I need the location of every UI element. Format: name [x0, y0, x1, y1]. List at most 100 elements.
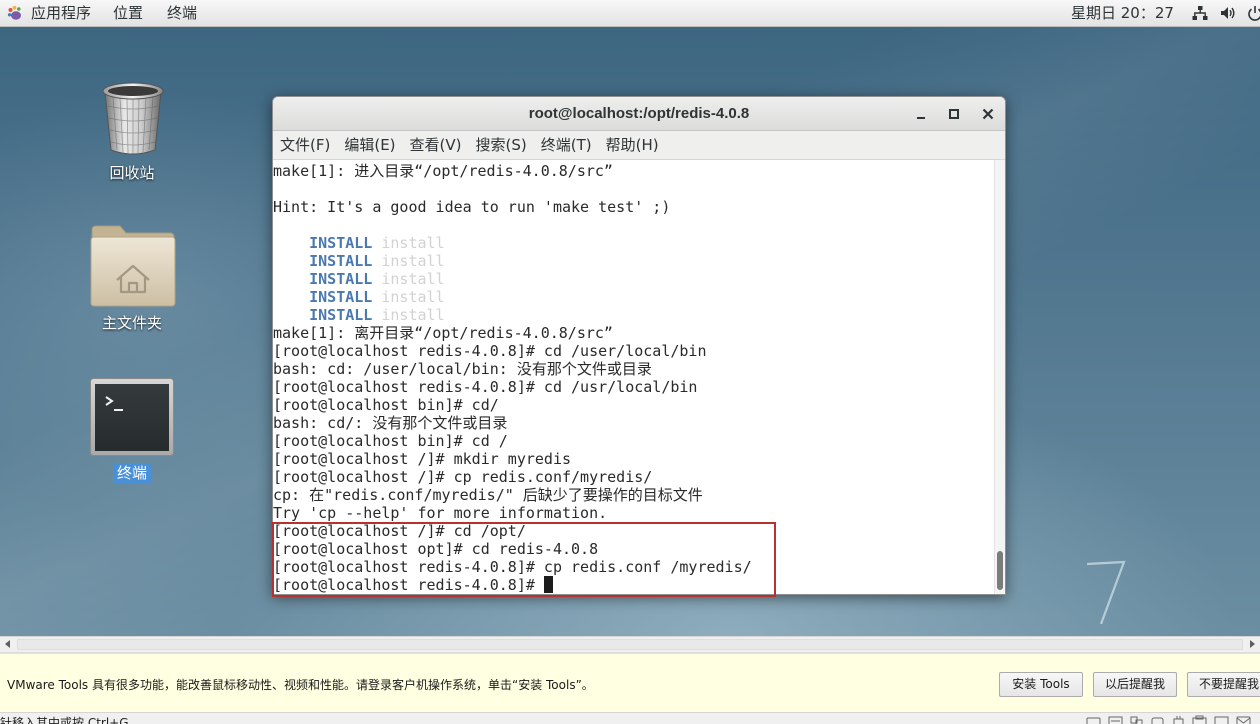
scroll-right-icon[interactable] — [1250, 640, 1255, 648]
desktop-label-trash: 回收站 — [109, 164, 155, 182]
vm-scrollbar-thumb[interactable] — [17, 639, 1243, 650]
vmware-status-bar: 针移入其中或按 Ctrl+G — [0, 712, 1260, 724]
terminal-line: [root@localhost /]# mkdir myredis — [273, 450, 994, 468]
terminal-app-menu[interactable]: 终端 — [167, 3, 197, 23]
install-tag: INSTALL — [309, 288, 373, 306]
clock[interactable]: 星期日 20：27 — [1071, 3, 1174, 23]
trash-icon — [102, 82, 164, 155]
install-tag: INSTALL — [309, 306, 373, 324]
terminal-line: [root@localhost bin]# cd/ — [273, 396, 994, 414]
terminal-text: [root@localhost /]# cp redis.conf/myredi… — [273, 468, 653, 486]
terminal-scrollbar-thumb[interactable] — [997, 551, 1003, 590]
terminal-line: INSTALL install — [273, 270, 994, 288]
places-menu[interactable]: 位置 — [113, 3, 143, 23]
install-tools-button[interactable]: 安装 Tools — [999, 672, 1083, 697]
hard-disk-icon[interactable] — [1086, 715, 1101, 724]
install-target: install — [381, 270, 445, 288]
terminal-line: INSTALL install — [273, 306, 994, 324]
terminal-text: [root@localhost redis-4.0.8]# cd /usr/lo… — [273, 378, 698, 396]
terminal-line: bash: cd/: 没有那个文件或目录 — [273, 414, 994, 432]
minimize-icon[interactable] — [914, 107, 928, 121]
terminal-cursor — [543, 576, 553, 593]
install-tag: INSTALL — [309, 234, 373, 252]
desktop-label-terminal: 终端 — [72, 463, 192, 484]
top-panel: 应用程序 位置 终端 星期日 20：27 — [0, 0, 1260, 27]
terminal-line: [root@localhost redis-4.0.8]# — [273, 576, 994, 594]
close-icon[interactable] — [981, 107, 995, 121]
terminal-text-area[interactable]: make[1]: 进入目录“/opt/redis-4.0.8/src” Hint:… — [273, 162, 994, 594]
power-icon[interactable] — [1247, 5, 1260, 21]
terminal-line: [root@localhost bin]# cd / — [273, 432, 994, 450]
terminal-text: make[1]: 离开目录“/opt/redis-4.0.8/src” — [273, 324, 613, 342]
terminal-line: INSTALL install — [273, 288, 994, 306]
terminal-text: bash: cd/: 没有那个文件或目录 — [273, 414, 508, 432]
maximize-icon[interactable] — [947, 107, 961, 121]
terminal-line: make[1]: 进入目录“/opt/redis-4.0.8/src” — [273, 162, 994, 180]
printer-icon[interactable] — [1192, 715, 1207, 724]
network-icon[interactable] — [1192, 5, 1208, 21]
cd-drive-icon[interactable] — [1108, 715, 1123, 724]
terminal-line: [root@localhost redis-4.0.8]# cd /user/l… — [273, 342, 994, 360]
menu-view[interactable]: 查看(V) — [403, 131, 469, 159]
terminal-text: [root@localhost /]# cd /opt/ — [273, 522, 526, 540]
install-target: install — [381, 252, 445, 270]
network-adapter-icon[interactable] — [1129, 715, 1144, 724]
terminal-line: Hint: It's a good idea to run 'make test… — [273, 198, 994, 216]
terminal-line: cp: 在"redis.conf/myredis/" 后缺少了要操作的目标文件 — [273, 486, 994, 504]
terminal-text: cp: 在"redis.conf/myredis/" 后缺少了要操作的目标文件 — [273, 486, 703, 504]
vmware-tools-message: VMware Tools 具有很多功能，能改善鼠标移动性、视频和性能。请登录客户… — [7, 678, 594, 692]
terminal-text: make[1]: 进入目录“/opt/redis-4.0.8/src” — [273, 162, 613, 180]
never-remind-button[interactable]: 不要提醒我 — [1187, 672, 1260, 697]
terminal-line: [root@localhost opt]# cd redis-4.0.8 — [273, 540, 994, 558]
terminal-window[interactable]: root@localhost:/opt/redis-4.0.8 文件(F) 编辑… — [272, 96, 1006, 595]
menu-bar: 文件(F) 编辑(E) 查看(V) 搜索(S) 终端(T) 帮助(H) — [273, 131, 1005, 160]
terminal-text: [root@localhost redis-4.0.8]# — [273, 576, 544, 594]
sound-card-icon[interactable] — [1171, 715, 1186, 724]
install-target: install — [381, 306, 445, 324]
display-icon[interactable] — [1214, 715, 1229, 724]
terminal-scrollbar[interactable] — [994, 160, 1005, 594]
window-title: root@localhost:/opt/redis-4.0.8 — [528, 105, 750, 122]
desktop-icon-terminal[interactable]: 终端 — [72, 376, 192, 486]
vm-horizontal-scrollbar[interactable] — [0, 636, 1260, 653]
usb-controller-icon[interactable] — [1150, 715, 1165, 724]
terminal-text: [root@localhost redis-4.0.8]# cp redis.c… — [273, 558, 752, 576]
terminal-text: [root@localhost opt]# cd redis-4.0.8 — [273, 540, 599, 558]
terminal-text: [root@localhost bin]# cd/ — [273, 396, 499, 414]
terminal-text: Hint: It's a good idea to run 'make test… — [273, 198, 671, 216]
vmware-tools-notification: VMware Tools 具有很多功能，能改善鼠标移动性、视频和性能。请登录客户… — [0, 653, 1260, 712]
menu-help[interactable]: 帮助(H) — [599, 131, 666, 159]
desktop-label-home-folder: 主文件夹 — [101, 314, 162, 332]
install-tag: INSTALL — [309, 252, 373, 270]
terminal-line: bash: cd: /user/local/bin: 没有那个文件或目录 — [273, 360, 994, 378]
applications-icon — [7, 5, 21, 20]
terminal-line: [root@localhost redis-4.0.8]# cd /usr/lo… — [273, 378, 994, 396]
menu-search[interactable]: 搜索(S) — [469, 131, 534, 159]
terminal-text: bash: cd: /user/local/bin: 没有那个文件或目录 — [273, 360, 652, 378]
menu-edit[interactable]: 编辑(E) — [337, 131, 402, 159]
terminal-text: [root@localhost redis-4.0.8]# cd /user/l… — [273, 342, 707, 360]
applications-menu[interactable]: 应用程序 — [31, 3, 91, 23]
menu-terminal[interactable]: 终端(T) — [534, 131, 599, 159]
volume-icon[interactable] — [1220, 5, 1236, 21]
menu-file[interactable]: 文件(F) — [273, 131, 337, 159]
remind-later-button[interactable]: 以后提醒我 — [1093, 672, 1177, 697]
desktop-icon-trash[interactable]: 回收站 — [72, 78, 192, 188]
home-folder-icon — [90, 225, 176, 307]
install-target: install — [381, 234, 445, 252]
message-icon[interactable] — [1236, 715, 1251, 724]
terminal-text: [root@localhost bin]# cd / — [273, 432, 508, 450]
terminal-line: make[1]: 离开目录“/opt/redis-4.0.8/src” — [273, 324, 994, 342]
terminal-output[interactable]: make[1]: 进入目录“/opt/redis-4.0.8/src” Hint:… — [273, 160, 1005, 594]
window-titlebar[interactable]: root@localhost:/opt/redis-4.0.8 — [273, 97, 1005, 131]
scroll-left-icon[interactable] — [5, 640, 10, 648]
terminal-line: INSTALL install — [273, 234, 994, 252]
desktop-icon-home-folder[interactable]: 主文件夹 — [72, 222, 192, 337]
